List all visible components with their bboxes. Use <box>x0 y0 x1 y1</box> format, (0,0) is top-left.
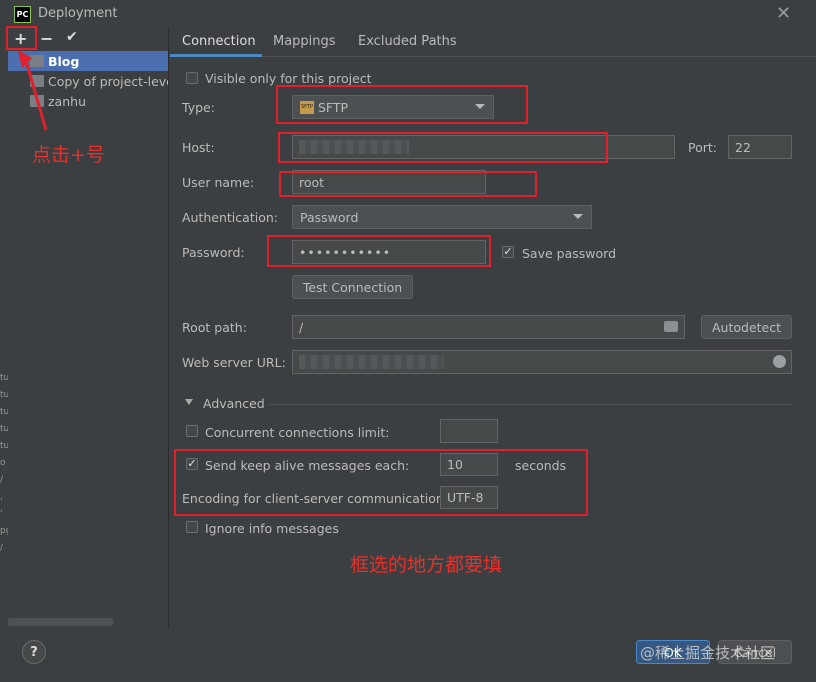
annotation-arrow <box>18 50 48 131</box>
web-server-url-input[interactable] <box>292 350 792 374</box>
concurrent-limit-label: Concurrent connections limit: <box>205 425 390 440</box>
scrollbar[interactable] <box>8 618 113 626</box>
save-password-checkbox[interactable]: ✓ <box>502 246 514 258</box>
tab-mappings[interactable]: Mappings <box>273 34 336 49</box>
pane-divider <box>168 28 169 628</box>
port-label: Port: <box>688 140 717 155</box>
ignore-info-label: Ignore info messages <box>205 521 339 536</box>
autodetect-button[interactable]: Autodetect <box>701 315 792 339</box>
advanced-divider <box>268 404 792 405</box>
expand-triangle-icon[interactable] <box>185 399 193 405</box>
concurrent-limit-checkbox[interactable] <box>186 425 198 437</box>
annotation-fill-fields: 框选的地方都要填 <box>350 554 503 576</box>
tab-excluded-paths[interactable]: Excluded Paths <box>358 34 457 49</box>
test-connection-button[interactable]: Test Connection <box>292 275 413 299</box>
host-highlight <box>278 132 608 163</box>
ignore-info-checkbox[interactable] <box>186 521 198 533</box>
help-button[interactable]: ? <box>22 640 46 664</box>
authentication-select[interactable]: Password <box>292 205 592 229</box>
globe-icon[interactable] <box>773 355 786 368</box>
title-bar <box>0 0 816 28</box>
type-label: Type: <box>182 100 215 115</box>
annotation-click-plus: 点击+号 <box>32 144 105 166</box>
tabs-divider <box>169 56 816 57</box>
window-title: Deployment <box>38 6 118 21</box>
advanced-section-title[interactable]: Advanced <box>203 396 265 411</box>
pycharm-app-icon: PC <box>14 6 31 23</box>
username-label: User name: <box>182 175 255 190</box>
background-editor-gutter: tututututuo/,'pg/ <box>0 373 8 553</box>
visible-only-checkbox[interactable] <box>186 72 198 84</box>
visible-only-label: Visible only for this project <box>205 71 372 86</box>
save-password-label: Save password <box>522 246 617 261</box>
type-highlight <box>276 85 528 124</box>
blurred-url <box>299 355 444 369</box>
password-label: Password: <box>182 245 245 260</box>
password-highlight <box>267 235 491 267</box>
web-server-url-label: Web server URL: <box>182 355 286 370</box>
port-input[interactable]: 22 <box>728 135 792 159</box>
active-tab-indicator <box>170 54 262 57</box>
folder-icon[interactable] <box>664 321 678 332</box>
username-highlight <box>279 171 537 197</box>
root-path-label: Root path: <box>182 320 247 335</box>
chevron-down-icon <box>573 214 583 219</box>
advanced-highlight <box>174 449 588 516</box>
authentication-label: Authentication: <box>182 210 278 225</box>
close-icon[interactable]: ✕ <box>776 3 791 24</box>
tab-connection[interactable]: Connection <box>182 34 256 49</box>
root-path-input[interactable]: / <box>292 315 685 339</box>
host-label: Host: <box>182 140 215 155</box>
concurrent-limit-input[interactable] <box>440 419 498 443</box>
watermark: @稀土掘金技术社区 <box>640 644 776 662</box>
